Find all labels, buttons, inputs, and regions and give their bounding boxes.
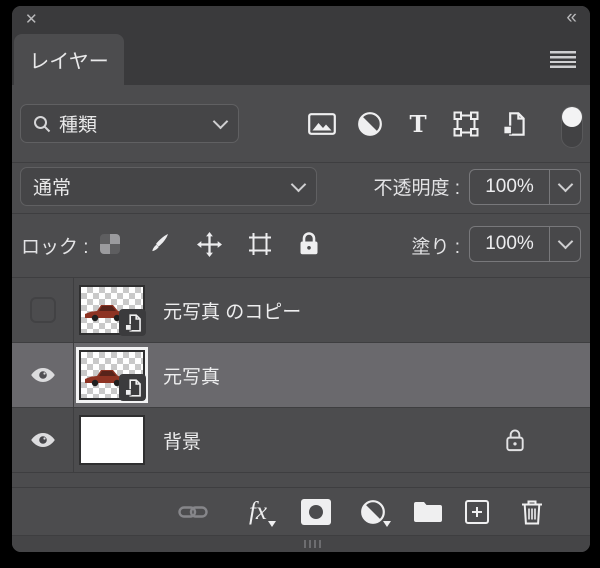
visibility-toggle[interactable] [12, 408, 74, 472]
filter-adjustment-layers-icon[interactable] [353, 107, 387, 141]
smart-object-badge [119, 374, 146, 401]
lock-transparent-pixels-icon[interactable] [100, 234, 120, 254]
layer-row-moto-shashin-copy[interactable]: 元写真 のコピー [12, 278, 590, 343]
fill-value[interactable]: 100% [470, 227, 549, 261]
eye-icon [30, 433, 55, 447]
filter-smart-objects-icon[interactable] [497, 107, 531, 141]
add-layer-mask-icon[interactable] [300, 488, 332, 536]
filter-type-layers-icon[interactable]: T [401, 107, 435, 141]
dropdown-triangle-icon [383, 521, 391, 527]
fill-dropdown-button[interactable] [549, 227, 580, 261]
blend-mode-select[interactable]: 通常 [20, 167, 317, 206]
dropdown-triangle-icon [268, 521, 276, 527]
divider [12, 213, 590, 214]
fill-field[interactable]: 100% [469, 226, 581, 262]
lock-all-padlock-icon[interactable] [298, 231, 320, 257]
visibility-toggle[interactable] [12, 278, 74, 342]
bottom-toolbar: fx [12, 487, 590, 536]
chevron-down-icon [557, 233, 573, 250]
filter-buttons: T [305, 104, 531, 144]
tab-layers[interactable]: レイヤー [14, 34, 124, 85]
filter-type-label: 種類 [59, 115, 98, 136]
chevron-down-icon [212, 113, 229, 129]
layer-thumbnail[interactable] [79, 350, 146, 401]
lock-buttons [100, 226, 320, 262]
search-icon [34, 115, 51, 132]
filter-pixel-layers-icon[interactable] [305, 107, 339, 141]
new-adjustment-layer-icon[interactable] [358, 488, 391, 536]
tab-bar: レイヤー [12, 34, 590, 85]
layer-row-background[interactable]: 背景 [12, 408, 590, 473]
lock-position-move-icon[interactable] [196, 231, 222, 257]
visibility-empty-well [29, 297, 56, 323]
visibility-toggle[interactable] [12, 343, 74, 407]
panel-title-bar[interactable]: ✕ « [12, 6, 590, 34]
panel-bottom-strip [12, 535, 590, 552]
smart-object-badge [119, 309, 146, 336]
new-layer-icon[interactable] [463, 488, 491, 536]
desktop-background: ✕ « レイヤー 種類 T 通常 不透明度: 100% ロック: 塗り: … [0, 0, 600, 568]
fill-label: 塗り : [411, 237, 460, 258]
lock-image-pixels-brush-icon[interactable] [146, 232, 170, 256]
layer-locked-icon [504, 428, 526, 458]
filter-shape-layers-icon[interactable] [449, 107, 483, 141]
layer-thumbnail[interactable] [79, 415, 145, 465]
collapse-panel-icon[interactable]: « [566, 7, 577, 29]
layer-name[interactable]: 元写真 [163, 343, 220, 407]
chevron-down-icon [290, 176, 307, 192]
close-icon[interactable]: ✕ [25, 10, 38, 28]
eye-icon [30, 368, 55, 382]
layer-thumbnail[interactable] [79, 285, 146, 336]
lock-artboard-frame-icon[interactable] [248, 232, 272, 256]
layer-name[interactable]: 元写真 のコピー [163, 278, 301, 342]
layer-row-moto-shashin[interactable]: 元写真 [12, 343, 590, 408]
fx-label: fx [248, 498, 268, 525]
opacity-value[interactable]: 100% [470, 170, 549, 204]
panel-menu-icon[interactable] [550, 51, 576, 68]
blend-mode-value: 通常 [33, 178, 72, 199]
opacity-field[interactable]: 100% [469, 169, 581, 205]
layers-panel: ✕ « レイヤー 種類 T 通常 不透明度: 100% ロック: 塗り: … [12, 6, 590, 552]
toggle-knob [562, 107, 582, 127]
filter-on-off-toggle[interactable] [561, 106, 583, 148]
opacity-label: 不透明度 : [373, 178, 460, 199]
layer-name[interactable]: 背景 [163, 408, 201, 472]
opacity-dropdown-button[interactable] [549, 170, 580, 204]
tab-layers-label: レイヤー [29, 51, 109, 73]
new-group-folder-icon[interactable] [412, 488, 444, 536]
link-layers-icon[interactable] [177, 488, 209, 536]
filter-type-select[interactable]: 種類 [20, 104, 239, 143]
chevron-down-icon [557, 176, 573, 193]
lock-label: ロック : [21, 237, 89, 258]
delete-layer-trash-icon[interactable] [518, 488, 546, 536]
resize-grip-handle[interactable] [294, 540, 330, 548]
divider [12, 162, 590, 163]
layer-style-fx-button[interactable]: fx [240, 488, 276, 536]
